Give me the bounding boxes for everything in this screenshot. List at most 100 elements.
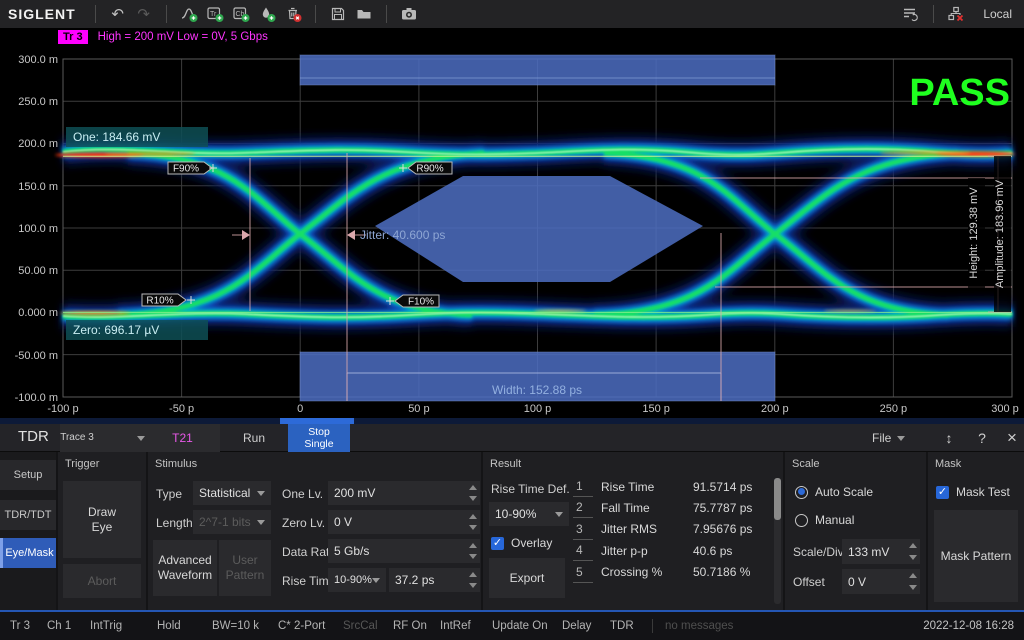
screenshot-icon[interactable]	[396, 2, 422, 26]
tab-t21[interactable]: T21	[145, 424, 220, 452]
rise-time-def-dropdown[interactable]: 10-90%	[328, 568, 386, 592]
data-rate-input[interactable]: 5 Gb/s	[328, 539, 480, 563]
export-button[interactable]: Export	[489, 558, 565, 598]
status-datetime: 2022-12-08 16:28	[923, 620, 1014, 632]
svg-text:250 p: 250 p	[880, 403, 908, 415]
type-dropdown[interactable]: Statistical	[193, 481, 271, 505]
stepper-icon[interactable]	[909, 543, 917, 560]
status-cal[interactable]: C* 2-Port	[278, 620, 343, 632]
network-error-icon[interactable]	[943, 2, 969, 26]
chevron-down-icon	[897, 436, 905, 441]
scale-div-input[interactable]: 133 mV	[842, 539, 920, 564]
svg-text:-50 p: -50 p	[169, 403, 194, 415]
status-update[interactable]: Update On	[492, 620, 562, 632]
status-trace[interactable]: Tr 3	[10, 620, 47, 632]
rise-time-def-label: Rise Time Def.	[491, 482, 570, 496]
table-row[interactable]: 2Fall Time75.7787 ps	[573, 497, 769, 518]
result-rise-def-dropdown[interactable]: 10-90%	[489, 502, 569, 526]
stepper-icon[interactable]	[469, 572, 477, 588]
zero-level-label: Zero Lv.	[282, 516, 325, 530]
status-channel[interactable]: Ch 1	[47, 620, 90, 632]
help-icon[interactable]: ?	[968, 424, 996, 452]
trace-settings-text: High = 200 mV Low = 0V, 5 Gbps	[98, 31, 268, 43]
draw-eye-button[interactable]: Draw Eye	[63, 481, 141, 558]
offset-input[interactable]: 0 V	[842, 569, 920, 594]
divider	[386, 5, 387, 23]
overlay-checkbox[interactable]: Overlay	[491, 536, 552, 550]
table-row[interactable]: 3Jitter RMS7.95676 ps	[573, 519, 769, 540]
status-mode[interactable]: TDR	[610, 620, 640, 632]
resize-panel-icon[interactable]: ↕	[935, 424, 963, 452]
chevron-down-icon	[257, 520, 265, 525]
one-level-input[interactable]: 200 mV	[328, 481, 480, 505]
svg-text:0: 0	[297, 403, 303, 415]
stepper-icon[interactable]	[469, 514, 477, 530]
redo-icon[interactable]: ↷	[131, 2, 157, 26]
stepper-icon[interactable]	[469, 485, 477, 501]
status-srccal[interactable]: SrcCal	[343, 620, 393, 632]
scale-div-label: Scale/Div	[793, 545, 844, 559]
radio-unselected-icon	[795, 514, 808, 527]
zero-level-label: Zero: 696.17 µV	[73, 323, 159, 337]
add-waveform-icon[interactable]	[176, 2, 202, 26]
local-remote-label[interactable]: Local	[983, 7, 1012, 21]
file-menu[interactable]: File	[872, 424, 905, 452]
manual-scale-radio[interactable]: Manual	[795, 513, 854, 527]
undo-icon[interactable]: ↶	[105, 2, 131, 26]
divider	[315, 5, 316, 23]
status-bandwidth[interactable]: BW=10 k	[212, 620, 278, 632]
advanced-waveform-button[interactable]: Advanced Waveform	[153, 540, 217, 596]
save-icon[interactable]	[325, 2, 351, 26]
status-intref[interactable]: IntRef	[440, 620, 492, 632]
result-scrollbar[interactable]	[774, 478, 781, 604]
add-channel-icon[interactable]: Cb	[228, 2, 254, 26]
svg-text:300 p: 300 p	[991, 403, 1019, 415]
rise-time-input[interactable]: 37.2 ps	[389, 568, 480, 592]
scale-group-header: Scale	[792, 458, 820, 470]
svg-text:0.000 m: 0.000 m	[18, 307, 58, 319]
svg-text:250.0 m: 250.0 m	[18, 96, 58, 108]
trace-tag[interactable]: Tr 3	[58, 30, 88, 44]
user-pattern-button[interactable]: User Pattern	[219, 540, 271, 596]
height-annotation: Height: 129.38 mV	[968, 187, 980, 279]
status-rf[interactable]: RF On	[393, 620, 440, 632]
sidebar-item-eye-mask[interactable]: Eye/Mask	[0, 538, 56, 568]
result-group: Result Rise Time Def. 10-90% Overlay Exp…	[483, 452, 783, 610]
delete-trace-icon[interactable]	[280, 2, 306, 26]
svg-text:100 p: 100 p	[524, 403, 552, 415]
table-row[interactable]: 1Rise Time91.5714 ps	[573, 476, 769, 497]
mask-test-checkbox[interactable]: Mask Test	[936, 485, 1010, 499]
length-label: Length	[156, 516, 193, 530]
mask-pattern-button[interactable]: Mask Pattern	[934, 510, 1018, 602]
stepper-icon[interactable]	[469, 543, 477, 559]
status-trigger[interactable]: IntTrig	[90, 620, 157, 632]
open-file-icon[interactable]	[351, 2, 377, 26]
run-button[interactable]: Run	[220, 424, 288, 452]
jitter-arrow-right	[347, 230, 355, 240]
y-axis-labels: 300.0 m250.0 m 200.0 m150.0 m 100.0 m50.…	[15, 54, 58, 404]
eye-diagram-plot[interactable]: Jitter: 40.600 ps Width: 152.88 ps Heigh…	[0, 28, 1024, 424]
amplitude-annotation: Amplitude: 183.96 mV	[994, 179, 1006, 288]
stepper-icon[interactable]	[909, 573, 917, 590]
panel-body: Setup TDR/TDT Eye/Mask Trigger Draw Eye …	[0, 452, 1024, 612]
add-marker-icon[interactable]	[254, 2, 280, 26]
panel-title: TDR	[18, 428, 49, 445]
status-hold[interactable]: Hold	[157, 620, 212, 632]
abort-button[interactable]: Abort	[63, 564, 141, 598]
result-scrollbar-thumb[interactable]	[774, 478, 781, 520]
preset-recall-icon[interactable]	[898, 2, 924, 26]
status-delay[interactable]: Delay	[562, 620, 610, 632]
table-row[interactable]: 5Crossing %50.7186 %	[573, 562, 769, 583]
jitter-annotation: Jitter: 40.600 ps	[360, 228, 445, 242]
sidebar-item-tdr-tdt[interactable]: TDR/TDT	[0, 500, 56, 530]
add-trace-icon[interactable]: Tr	[202, 2, 228, 26]
auto-scale-radio[interactable]: Auto Scale	[795, 485, 873, 499]
close-panel-icon[interactable]: ×	[998, 424, 1024, 452]
length-dropdown[interactable]: 2^7-1 bits	[193, 510, 271, 534]
mask-group-header: Mask	[935, 458, 961, 470]
zero-level-input[interactable]: 0 V	[328, 510, 480, 534]
trace-selector[interactable]: Trace 3	[60, 424, 145, 452]
table-row[interactable]: 4Jitter p-p40.6 ps	[573, 540, 769, 561]
stop-single-button[interactable]: Stop Single	[288, 424, 350, 452]
sidebar-item-setup[interactable]: Setup	[0, 460, 56, 490]
